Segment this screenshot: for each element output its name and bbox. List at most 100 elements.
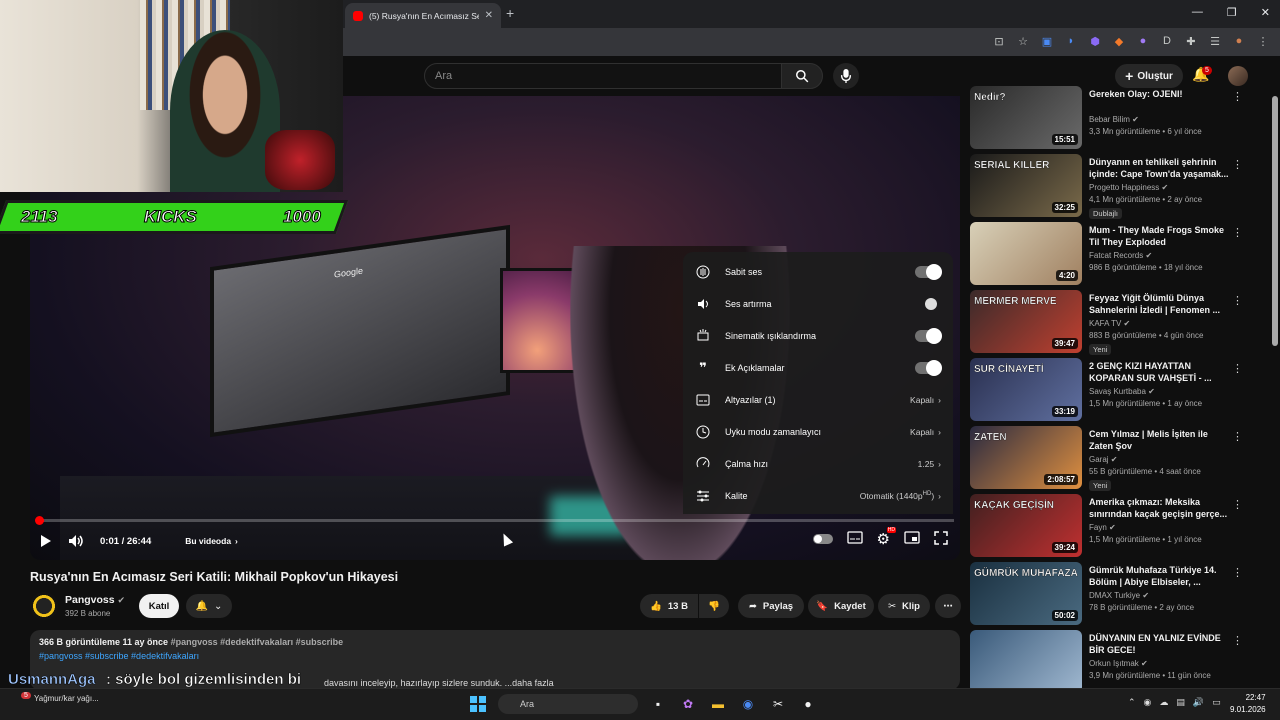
recommended-channel[interactable]: DMAX Turkiye ✔	[1089, 591, 1149, 600]
join-button[interactable]: Katıl	[139, 594, 179, 618]
recommended-channel[interactable]: Garaj ✔	[1089, 455, 1118, 464]
puzzle-extensions-icon[interactable]: ✚	[1184, 34, 1198, 48]
recommended-video[interactable]: SERIAL KILLER 32:25 Dünyanın en tehlikeli …	[970, 154, 1260, 219]
more-options-icon[interactable]: ⋮	[1232, 362, 1243, 375]
recommended-video[interactable]: MERMER MERVE 39:47 Feyyaz Yiğit Ölümlü Dün…	[970, 290, 1260, 355]
recommended-video[interactable]: DÜNYANIN EN YALNIZ EVİNDE BİR GECE! Orkun…	[970, 630, 1260, 694]
stable-volume-toggle[interactable]	[915, 264, 942, 280]
voice-boost-toggle[interactable]	[915, 298, 941, 310]
chapter-button[interactable]: Bu videoda ›	[185, 536, 238, 546]
share-button[interactable]: ➦ Paylaş	[738, 594, 804, 618]
recommended-channel[interactable]: Savaş Kurtbaba ✔	[1089, 387, 1155, 396]
save-button[interactable]: 🔖 Kaydet	[808, 594, 874, 618]
search-input[interactable]: Ara	[424, 63, 782, 89]
purple-extension-icon[interactable]: ●	[1136, 34, 1150, 48]
more-options-icon[interactable]: ⋮	[1232, 430, 1243, 443]
more-options-icon[interactable]: ⋮	[1232, 294, 1243, 307]
video-thumbnail[interactable]: SERIAL KILLER 32:25	[970, 154, 1082, 217]
recommended-video[interactable]: SUR CİNAYETİ 33:19 2 GENÇ KIZI HAYATTAN KO…	[970, 358, 1260, 422]
shield-extension-icon[interactable]: ⬢	[1088, 34, 1102, 48]
recommended-channel[interactable]: KAFA TV ✔	[1089, 319, 1130, 328]
tray-cloud-icon[interactable]: ☁	[1159, 697, 1168, 708]
settings-gear-icon[interactable]: ⚙ HD	[877, 527, 896, 548]
tray-battery-icon[interactable]: ▭	[1212, 697, 1221, 708]
snipping-tool-icon[interactable]: ✂	[768, 694, 788, 714]
fox-extension-icon[interactable]: ◆	[1112, 34, 1126, 48]
settings-annotations[interactable]: ❞ Ek Açıklamalar	[683, 352, 953, 384]
maximize-button[interactable]: ❐	[1227, 6, 1237, 19]
recommended-video-title[interactable]: Cem Yılmaz | Melis İşiten ile Zaten Şov	[1089, 428, 1229, 452]
video-thumbnail[interactable]: ZATEN 2:08:57	[970, 426, 1082, 489]
video-thumbnail[interactable]: GÜMRÜK MUHAFAZA 50:02	[970, 562, 1082, 625]
close-window-button[interactable]: ✕	[1261, 6, 1270, 19]
tray-chevron-icon[interactable]: ⌃	[1128, 697, 1136, 708]
recommended-video-title[interactable]: DÜNYANIN EN YALNIZ EVİNDE BİR GECE!	[1089, 632, 1229, 656]
voice-search-button[interactable]	[833, 63, 859, 89]
more-options-icon[interactable]: ⋮	[1232, 90, 1243, 103]
profile-avatar-icon[interactable]: ●	[1232, 34, 1246, 48]
settings-sleep-timer[interactable]: Uyku modu zamanlayıcı Kapalı ›	[683, 416, 953, 448]
more-options-icon[interactable]: ⋮	[1232, 634, 1243, 647]
copilot-icon[interactable]: ✿	[678, 694, 698, 714]
video-thumbnail[interactable]: 4:20	[970, 222, 1082, 285]
create-button[interactable]: + Oluştur	[1115, 64, 1183, 88]
video-thumbnail[interactable]: SUR CİNAYETİ 33:19	[970, 358, 1082, 421]
recommended-video[interactable]: Nedir? 15:51 Gereken Olay: OJENI! Bebar Bil…	[970, 86, 1260, 150]
channel-avatar[interactable]	[30, 592, 58, 620]
miniplayer-icon[interactable]	[904, 531, 920, 547]
more-options-icon[interactable]: ⋮	[1232, 158, 1243, 171]
recommended-channel[interactable]: Fatcat Records ✔	[1089, 251, 1152, 260]
install-app-icon[interactable]: ⊡	[992, 34, 1006, 48]
recommended-video-title[interactable]: Feyyaz Yiğit Ölümlü Dünya Sahnelerini İz…	[1089, 292, 1229, 316]
more-actions-button[interactable]: ⋯	[935, 594, 961, 618]
reading-list-icon[interactable]: ☰	[1208, 34, 1222, 48]
translate-extension-icon[interactable]: ▣	[1040, 34, 1054, 48]
volume-button[interactable]	[68, 534, 84, 548]
chrome-menu-icon[interactable]: ⋮	[1256, 34, 1270, 48]
recommended-video-title[interactable]: Gümrük Muhafaza Türkiye 14. Bölüm | Abiy…	[1089, 564, 1229, 588]
audio-extension-icon[interactable]: ◗	[1064, 34, 1078, 48]
progress-bar[interactable]	[38, 519, 954, 522]
obs-icon[interactable]: ●	[798, 694, 818, 714]
subtitles-button-icon[interactable]	[846, 531, 863, 547]
more-options-icon[interactable]: ⋮	[1232, 226, 1243, 239]
task-view-icon[interactable]: ▪	[648, 694, 668, 714]
weather-widget[interactable]: Yağmur/kar yağı...	[34, 694, 99, 703]
d-extension-icon[interactable]: D	[1160, 34, 1174, 48]
settings-voice-boost[interactable]: Ses artırma	[683, 288, 953, 320]
autoplay-toggle[interactable]	[812, 534, 833, 544]
video-thumbnail[interactable]: MERMER MERVE 39:47	[970, 290, 1082, 353]
recommended-video-title[interactable]: Gereken Olay: OJENI!	[1089, 88, 1229, 100]
recommended-video-title[interactable]: 2 GENÇ KIZI HAYATTAN KOPARAN SUR VAHŞETİ…	[1089, 360, 1229, 384]
settings-stable-volume[interactable]: Sabit ses	[683, 256, 953, 288]
new-tab-button[interactable]: +	[506, 5, 514, 21]
sidebar-scrollbar[interactable]	[1272, 96, 1278, 346]
video-thumbnail[interactable]: Nedir? 15:51	[970, 86, 1082, 149]
recommended-video-title[interactable]: Dünyanın en tehlikeli şehrinin içinde: C…	[1089, 156, 1229, 180]
browser-tab[interactable]: (5) Rusya'nın En Acımasız Seri K ✕	[345, 3, 501, 28]
taskbar-clock[interactable]: 22:47 9.01.2026	[1230, 692, 1266, 716]
tray-network-icon[interactable]: ▤	[1176, 697, 1185, 708]
settings-ambient-mode[interactable]: Sinematik ışıklandırma	[683, 320, 953, 352]
fullscreen-icon[interactable]	[934, 530, 948, 548]
dislike-button[interactable]: 👎	[699, 594, 729, 618]
clip-button[interactable]: ✂ Klip	[878, 594, 930, 618]
recommended-channel[interactable]: Progetto Happiness ✔	[1089, 183, 1168, 192]
recommended-video-title[interactable]: Amerika çıkmazı: Meksika sınırından kaça…	[1089, 496, 1229, 520]
video-thumbnail[interactable]: KAÇAK GEÇİŞİN 39:24	[970, 494, 1082, 557]
description-hashtags[interactable]: #pangvoss #subscribe #dedektifvakaları	[39, 651, 951, 661]
taskbar-search[interactable]: Ara	[498, 694, 638, 714]
settings-subtitles[interactable]: Altyazılar (1) Kapalı ›	[683, 384, 953, 416]
recommended-video[interactable]: ZATEN 2:08:57 Cem Yılmaz | Melis İşiten il…	[970, 426, 1260, 491]
more-options-icon[interactable]: ⋮	[1232, 498, 1243, 511]
start-button-icon[interactable]	[470, 696, 486, 712]
subscribe-notification-button[interactable]: 🔔 ⌄	[186, 594, 232, 618]
bookmark-star-icon[interactable]: ☆	[1016, 34, 1030, 48]
recommended-channel[interactable]: Bebar Bilim ✔	[1089, 115, 1139, 124]
more-options-icon[interactable]: ⋮	[1232, 566, 1243, 579]
play-button[interactable]	[38, 534, 52, 548]
channel-name[interactable]: Pangvoss ✔	[65, 594, 125, 606]
settings-playback-speed[interactable]: Çalma hızı 1.25 ›	[683, 448, 953, 480]
tray-app-icon[interactable]: ◉	[1144, 697, 1152, 708]
recommended-channel[interactable]: Orkun Işıtmak ✔	[1089, 659, 1148, 668]
